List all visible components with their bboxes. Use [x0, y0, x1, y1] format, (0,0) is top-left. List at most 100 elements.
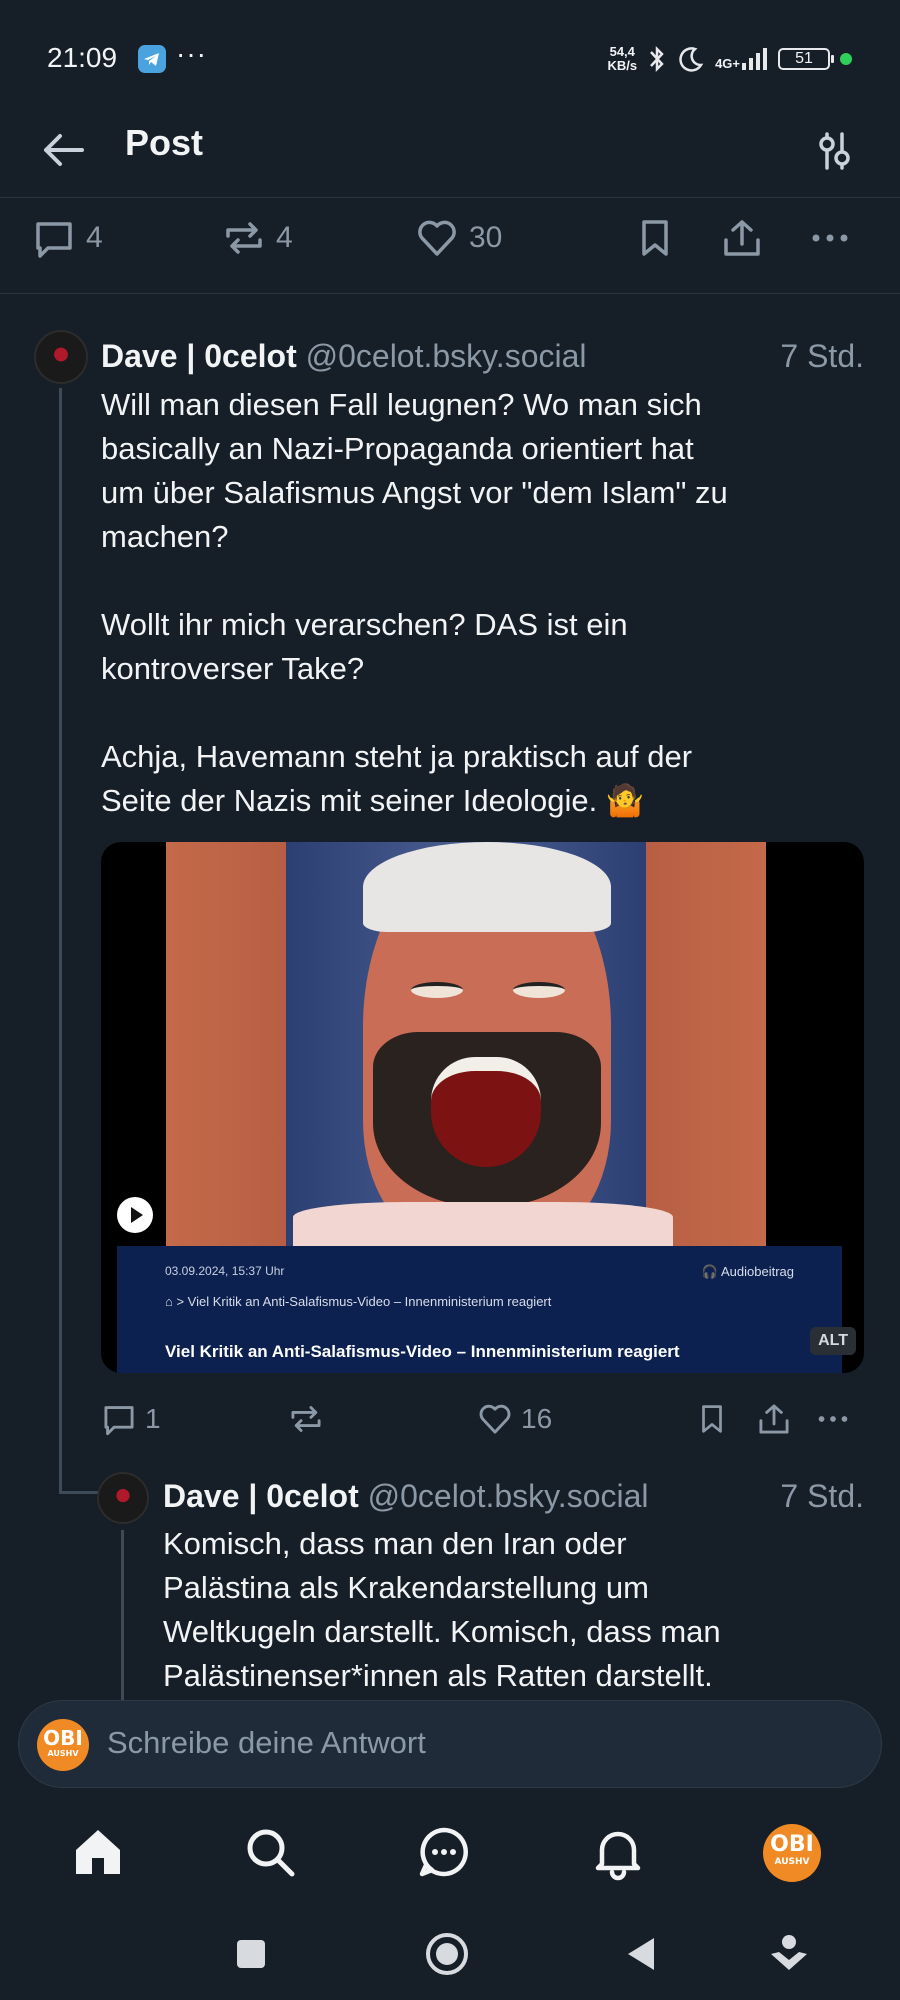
system-navigation-bar — [0, 1910, 900, 2000]
video-illustration-eye — [411, 982, 463, 998]
ellipsis-icon — [818, 1416, 848, 1422]
tab-profile[interactable]: OBI AUSHV — [763, 1824, 821, 1882]
author-avatar[interactable] — [34, 330, 88, 384]
more-notifications-icon: ··· — [176, 38, 207, 69]
news-breadcrumb: ⌂ > Viel Kritik an Anti-Salafismus-Video… — [165, 1294, 552, 1309]
news-breadcrumb-text: > Viel Kritik an Anti-Salafismus-Video –… — [176, 1294, 552, 1309]
reply-count: 1 — [145, 1403, 161, 1434]
author-line[interactable]: Dave | 0celot @0celot.bsky.social — [163, 1478, 649, 1515]
bookmark-icon — [702, 1405, 722, 1433]
author-line[interactable]: Dave | 0celot @0celot.bsky.social — [101, 338, 587, 375]
like-button[interactable]: 30 — [415, 216, 502, 260]
video-illustration-shirt — [293, 1202, 673, 1252]
top-bar: Post — [0, 110, 900, 198]
moon-icon — [679, 47, 704, 72]
tab-search[interactable] — [240, 1822, 300, 1882]
play-button[interactable] — [117, 1197, 153, 1233]
ellipsis-icon — [812, 234, 848, 242]
tab-home[interactable] — [68, 1822, 128, 1882]
user-avatar-text: OBI — [43, 1726, 83, 1750]
share-icon — [724, 220, 760, 256]
reply-composer[interactable]: OBI AUSHV Schreibe deine Antwort — [18, 1700, 882, 1788]
post-time: 7 Std. — [780, 1478, 864, 1514]
reply-button[interactable]: 4 — [32, 216, 103, 260]
comment-icon — [36, 222, 72, 258]
reply-button[interactable]: 1 — [101, 1399, 161, 1439]
thread-line — [121, 1530, 124, 1700]
home-button[interactable] — [421, 1928, 473, 1980]
arrow-left-icon — [44, 134, 84, 166]
network-speed-value: 54,4 — [609, 44, 635, 59]
video-illustration-eye — [513, 982, 565, 998]
tab-notifications[interactable] — [588, 1822, 648, 1882]
post-time: 7 Std. — [780, 338, 864, 374]
repost-button[interactable] — [288, 1399, 324, 1439]
bluetooth-icon — [650, 45, 664, 73]
share-button[interactable] — [756, 1399, 792, 1439]
page-title: Post — [125, 122, 204, 163]
reply-input-placeholder[interactable]: Schreibe deine Antwort — [107, 1725, 426, 1761]
triangle-back-icon — [628, 1938, 654, 1970]
chat-icon — [419, 1827, 468, 1877]
network-speed-unit: KB/s — [607, 58, 638, 73]
status-bar: 21:09 ··· 54,4 KB/s 4G+ 51 — [0, 0, 900, 116]
like-count: 30 — [469, 221, 503, 254]
bookmark-button[interactable] — [633, 216, 677, 260]
heart-icon — [418, 220, 456, 256]
repost-icon — [291, 1406, 321, 1432]
recents-button[interactable] — [225, 1928, 277, 1980]
share-icon — [759, 1404, 789, 1434]
author-display-name[interactable]: Dave | 0celot — [101, 338, 297, 374]
thread-line-connector — [59, 1491, 101, 1494]
back-nav-button[interactable] — [616, 1928, 668, 1980]
repost-count: 4 — [276, 221, 293, 254]
news-banner: 03.09.2024, 15:37 Uhr 🎧 Audiobeitrag ⌂ >… — [117, 1246, 842, 1373]
audio-label: 🎧 Audiobeitrag — [701, 1264, 794, 1279]
profile-avatar-text: OBI — [770, 1832, 814, 1857]
repost-button[interactable]: 4 — [222, 216, 293, 260]
author-handle[interactable]: @0celot.bsky.social — [368, 1478, 649, 1514]
telegram-icon — [138, 45, 166, 73]
signal-icon — [742, 48, 767, 70]
user-avatar: OBI AUSHV — [37, 1719, 89, 1771]
privacy-indicator — [840, 53, 852, 65]
more-options-button[interactable] — [815, 1399, 851, 1439]
like-count: 16 — [521, 1403, 553, 1434]
battery-icon: 51 — [778, 48, 834, 70]
video-illustration-cap — [363, 842, 611, 932]
post-text: Will man diesen Fall leugnen? Wo man sic… — [101, 387, 728, 818]
repost-icon — [226, 222, 262, 254]
profile-avatar-subtext: AUSHV — [774, 1857, 810, 1867]
bell-icon — [595, 1831, 641, 1881]
parent-post-actions: 4 4 30 — [0, 198, 900, 294]
alt-badge[interactable]: ALT — [810, 1327, 856, 1355]
tab-messages[interactable] — [414, 1822, 474, 1882]
more-options-button[interactable] — [808, 216, 852, 260]
author-handle[interactable]: @0celot.bsky.social — [306, 338, 587, 374]
network-type: 4G+ — [715, 56, 740, 71]
audio-label-text: Audiobeitrag — [721, 1264, 794, 1279]
bookmark-icon — [642, 220, 668, 256]
status-time: 21:09 — [47, 42, 118, 73]
author-display-name[interactable]: Dave | 0celot — [163, 1478, 359, 1514]
network-speed: 54,4 KB/s — [607, 45, 637, 73]
post-text: Komisch, dass man den Iran oder Palästin… — [163, 1526, 721, 1693]
assistant-button[interactable] — [763, 1928, 815, 1980]
thread-settings-button[interactable] — [808, 124, 860, 176]
news-date: 03.09.2024, 15:37 Uhr — [165, 1264, 285, 1278]
signal-indicator: 4G+ — [715, 48, 768, 70]
like-button[interactable]: 16 — [477, 1399, 552, 1439]
comment-icon — [104, 1406, 134, 1436]
back-button[interactable] — [38, 124, 90, 176]
square-icon — [237, 1940, 265, 1968]
sliders-icon — [819, 132, 850, 170]
bottom-tab-bar: OBI AUSHV — [0, 1802, 900, 1906]
reply-count: 4 — [86, 221, 103, 254]
author-avatar[interactable] — [97, 1472, 149, 1524]
video-illustration-mouth — [431, 1057, 541, 1167]
news-headline: Viel Kritik an Anti-Salafismus-Video – I… — [165, 1342, 680, 1361]
bookmark-button[interactable] — [695, 1399, 729, 1439]
video-embed[interactable]: 03.09.2024, 15:37 Uhr 🎧 Audiobeitrag ⌂ >… — [101, 842, 864, 1373]
share-button[interactable] — [720, 216, 764, 260]
user-avatar-subtext: AUSHV — [47, 1749, 79, 1758]
